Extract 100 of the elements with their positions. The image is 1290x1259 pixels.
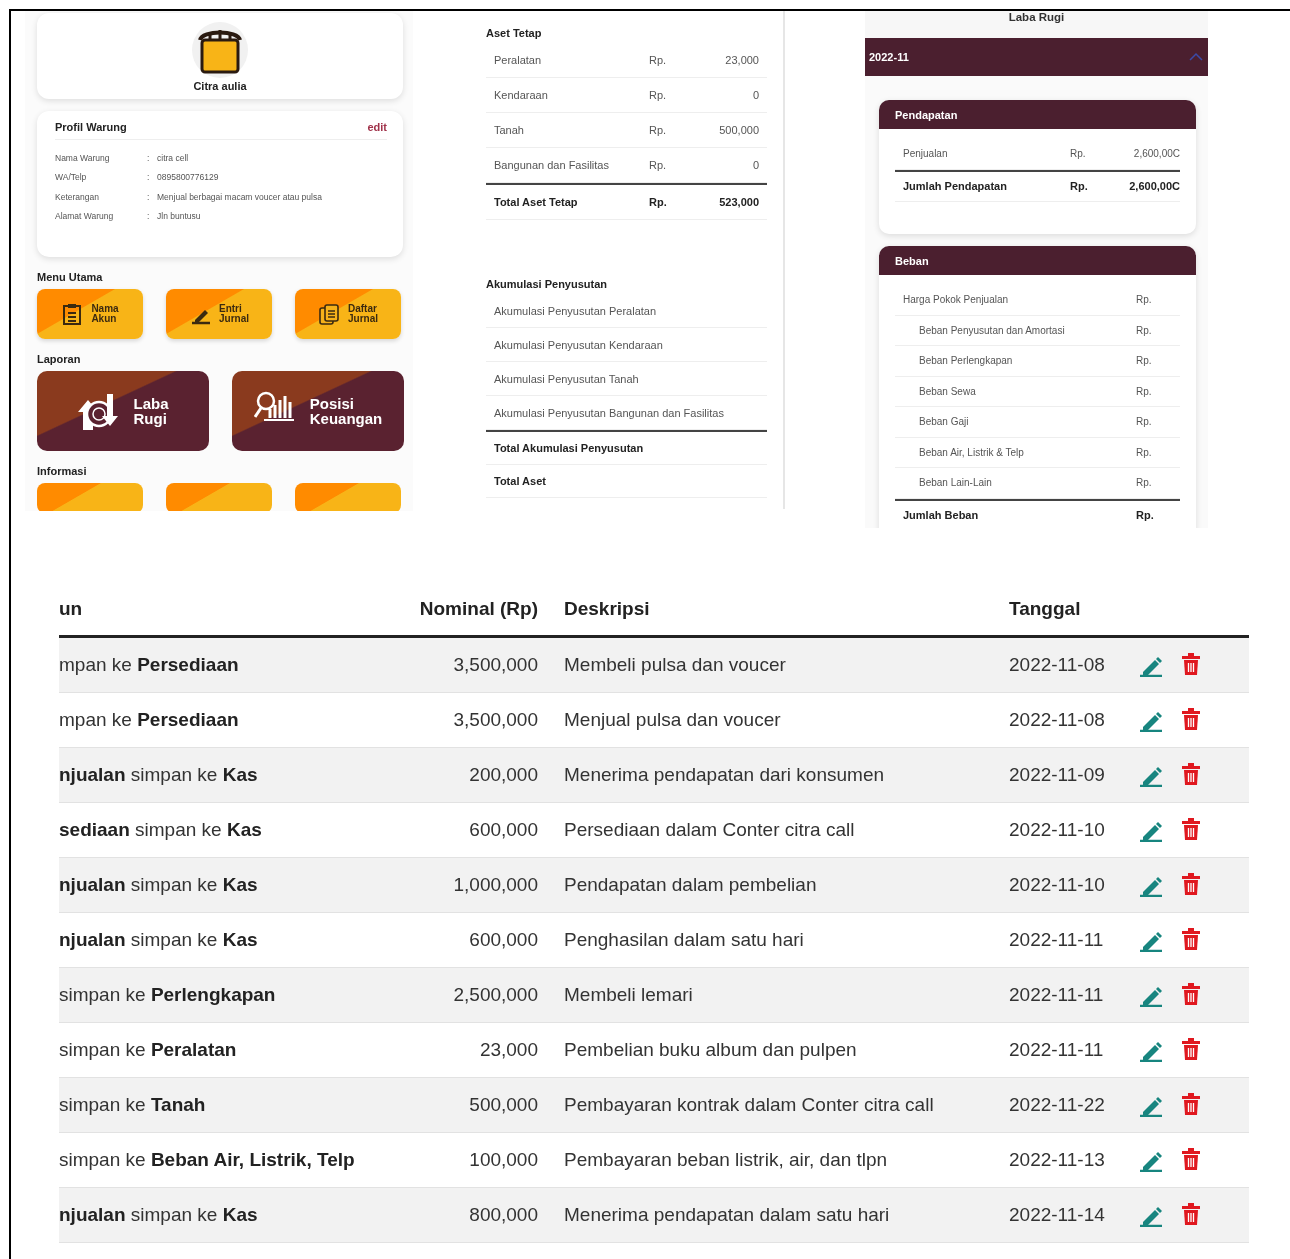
separator: : <box>147 172 151 183</box>
delete-button[interactable] <box>1181 818 1201 842</box>
delete-button[interactable] <box>1181 873 1201 897</box>
currency-label: Rp. <box>649 54 668 66</box>
delete-button[interactable] <box>1181 1093 1201 1117</box>
card-title: Profil Warung <box>55 121 127 133</box>
column-header: Deskripsi <box>564 598 651 620</box>
account-label: Beban Gaji <box>919 416 970 428</box>
delete-button[interactable] <box>1181 763 1201 787</box>
account-cell-text: mpan ke Persediaan <box>59 654 240 676</box>
description-cell-text: Pembayaran beban listrik, air, dan tlpn <box>564 1149 889 1171</box>
description-cell-text: Persediaan dalam Conter citra call <box>564 819 856 841</box>
account-label: Akumulasi Penyusutan Kendaraan <box>494 338 663 351</box>
account-label: Beban Air, Listrik & Telp <box>919 446 1025 458</box>
field-value: 0895800776129 <box>157 172 220 183</box>
description-cell-text: Pembayaran kontrak dalam Conter citra call <box>564 1094 935 1116</box>
currency-label: Rp. <box>1136 509 1155 522</box>
section-title: Laporan <box>37 353 82 365</box>
card-header: Pendapatan <box>879 100 1196 129</box>
currency-label: Rp. <box>1070 180 1089 193</box>
account-cell-text: simpan ke Perlengkapan <box>59 984 277 1006</box>
currency-label: Rp. <box>1136 294 1153 306</box>
account-label: Beban Perlengkapan <box>919 355 1014 367</box>
edit-link[interactable]: edit <box>367 121 387 133</box>
date-cell-text: 2022-11-11 <box>1009 984 1105 1006</box>
info-tile[interactable] <box>295 483 401 511</box>
separator: : <box>147 211 151 222</box>
trash-icon <box>1181 708 1201 730</box>
total-label: Jumlah Beban <box>903 509 980 522</box>
amount-cell-text: 23,000 <box>478 1039 539 1061</box>
delete-button[interactable] <box>1181 1203 1201 1227</box>
account-cell-text: sediaan simpan ke Kas <box>59 819 263 841</box>
trash-icon <box>1181 1148 1201 1170</box>
account-label: Beban Sewa <box>919 385 977 397</box>
description-cell-text: Pendapatan dalam pembelian <box>564 874 818 896</box>
currency-label: Rp. <box>649 196 668 208</box>
date-cell-text: 2022-11-11 <box>1009 929 1105 951</box>
delete-button[interactable] <box>1181 1038 1201 1062</box>
currency-label: Rp. <box>649 89 668 101</box>
account-cell-text: mpan ke Persediaan <box>59 709 240 731</box>
currency-label: Rp. <box>1070 148 1087 160</box>
amount-cell-text: 500,000 <box>468 1094 539 1116</box>
field-label: WA/Telp <box>55 172 88 183</box>
field-value: citra cell <box>157 152 190 163</box>
account-label: Akumulasi Penyusutan Tanah <box>494 372 639 385</box>
account-label: Akumulasi Penyusutan Bangunan dan Fasilitas <box>494 406 724 419</box>
menu-button[interactable]: Entri Jurnal <box>166 289 272 339</box>
account-label: Tanah <box>494 124 525 136</box>
section-title: Akumulasi Penyusutan <box>486 278 609 290</box>
section-title: Menu Utama <box>37 271 104 283</box>
menu-button[interactable]: Nama Akun <box>37 289 143 339</box>
delete-button[interactable] <box>1181 1148 1201 1172</box>
description-cell-text: Menerima pendapatan dari konsumen <box>564 764 886 786</box>
total-label: Total Aset <box>494 475 546 487</box>
description-cell-text: Menerima pendapatan dalam satu hari <box>564 1204 891 1226</box>
delete-button[interactable] <box>1181 983 1201 1007</box>
amount: 500,000 <box>718 124 759 136</box>
report-button[interactable]: Laba Rugi <box>37 371 209 451</box>
date-cell-text: 2022-11-13 <box>1009 1149 1106 1171</box>
column-header: un <box>59 598 84 620</box>
total-label: Total Akumulasi Penyusutan <box>494 442 644 454</box>
menu-button[interactable]: Daftar Jurnal <box>295 289 401 339</box>
currency-label: Rp. <box>1136 385 1153 397</box>
account-cell-text: njualan simpan ke Kas <box>59 1204 259 1226</box>
trash-icon <box>1181 873 1201 895</box>
amount-cell-text: 3,500,000 <box>452 654 539 676</box>
date-cell-text: 2022-11-10 <box>1009 874 1106 896</box>
amount-cell-text: 200,000 <box>468 764 539 786</box>
account-cell-text: simpan ke Tanah <box>59 1094 207 1116</box>
column-header: Tanggal <box>1009 598 1082 620</box>
info-tile[interactable] <box>166 483 272 511</box>
trash-icon <box>1181 653 1201 675</box>
amount-cell-text: 2,500,000 <box>452 984 539 1006</box>
card-header: Beban <box>879 246 1196 275</box>
amount: 523,000 <box>718 196 759 208</box>
delete-button[interactable] <box>1181 928 1201 952</box>
documents-icon <box>318 303 340 325</box>
trash-icon <box>1181 1203 1201 1225</box>
amount: 0 <box>751 159 759 171</box>
account-label: Bangunan dan Fasilitas <box>494 159 610 171</box>
amount-cell-text: 600,000 <box>468 819 539 841</box>
trash-icon <box>1181 928 1201 950</box>
info-tile[interactable] <box>37 483 143 511</box>
account-label: Harga Pokok Penjualan <box>903 294 1010 306</box>
currency-label: Rp. <box>649 124 668 136</box>
trash-icon <box>1181 763 1201 785</box>
report-button[interactable]: Posisi Keuangan <box>232 371 404 451</box>
field-label: Alamat Warung <box>55 211 115 222</box>
clipboard-icon <box>61 303 84 325</box>
amount: 23,000 <box>724 54 759 66</box>
account-label: Penjualan <box>903 148 949 160</box>
account-cell-text: njualan simpan ke Kas <box>59 764 259 786</box>
account-label: Beban Lain-Lain <box>919 477 993 489</box>
delete-button[interactable] <box>1181 708 1201 732</box>
delete-button[interactable] <box>1181 653 1201 677</box>
amount: 2,600,00C <box>1132 148 1180 160</box>
amount-cell-text: 1,000,000 <box>452 874 539 896</box>
date-cell-text: 2022-11-11 <box>1009 1039 1105 1061</box>
period-header[interactable]: 2022-11 <box>865 38 1208 76</box>
date-cell-text: 2022-11-08 <box>1009 709 1106 731</box>
